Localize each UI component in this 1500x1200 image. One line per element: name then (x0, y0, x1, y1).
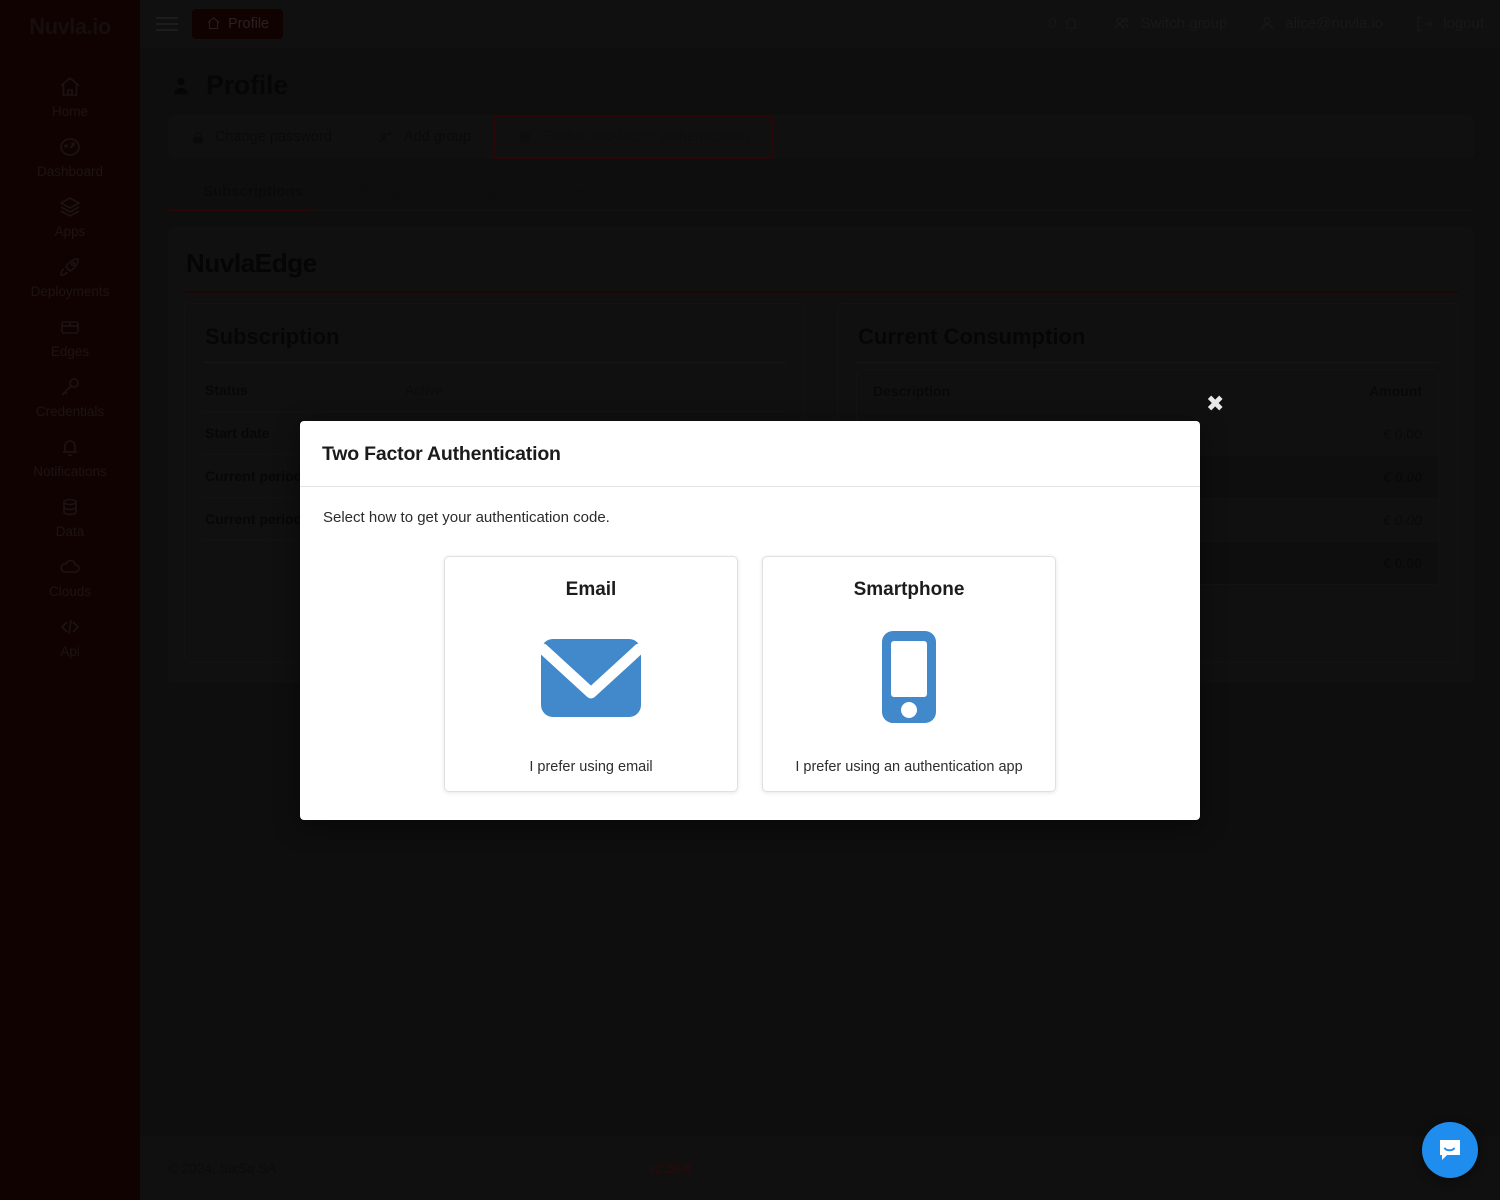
option-note: I prefer using an authentication app (795, 759, 1023, 775)
chat-widget-button[interactable] (1422, 1122, 1478, 1178)
smartphone-icon (878, 627, 940, 727)
modal-title: Two Factor Authentication (322, 443, 561, 465)
close-icon[interactable]: ✖ (1206, 394, 1224, 416)
two-factor-modal: Two Factor Authentication Select how to … (300, 421, 1200, 820)
option-smartphone[interactable]: Smartphone I prefer using an authenticat… (762, 556, 1056, 792)
chat-bubble-icon (1440, 1140, 1460, 1160)
modal-header: Two Factor Authentication (300, 421, 1200, 487)
modal-options: Email I prefer using email Smartphone I … (322, 556, 1178, 792)
app-root: Nuvla.io Home Dashboard Apps Deployments… (0, 0, 1500, 1200)
option-title: Smartphone (853, 579, 965, 600)
modal-body: Select how to get your authentication co… (300, 487, 1200, 820)
modal-subtitle: Select how to get your authentication co… (323, 509, 610, 526)
envelope-icon (537, 627, 645, 727)
option-title: Email (565, 579, 617, 600)
option-email[interactable]: Email I prefer using email (444, 556, 738, 792)
option-note: I prefer using email (529, 759, 653, 775)
